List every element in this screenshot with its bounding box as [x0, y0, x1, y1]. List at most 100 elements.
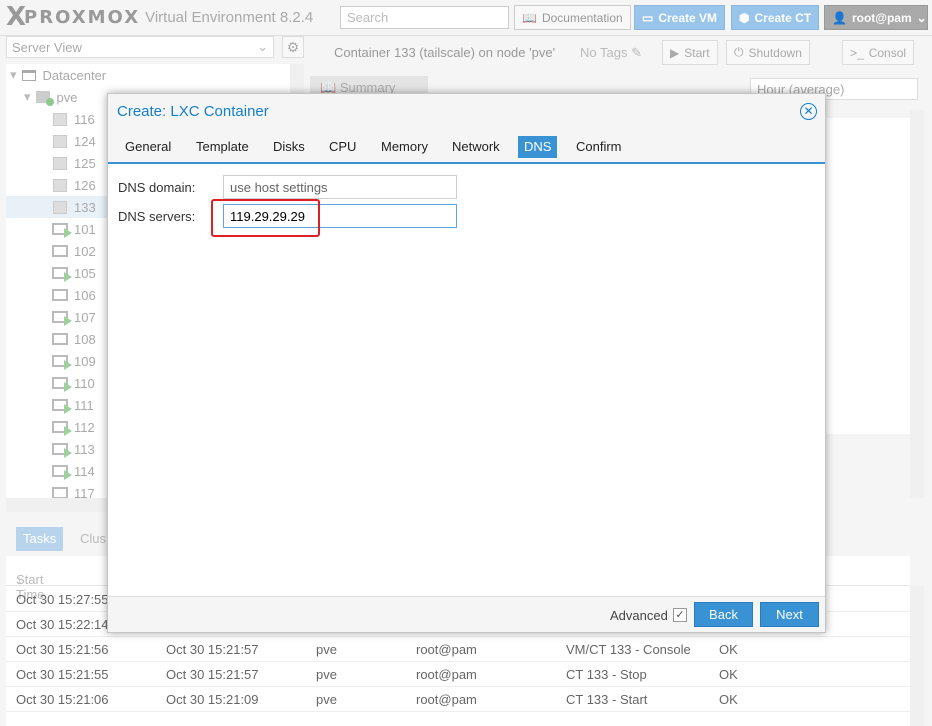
tree-label: 126	[74, 177, 96, 193]
table-row[interactable]: Oct 30 15:21:56 Oct 30 15:21:57 pve root@pa…	[6, 637, 910, 662]
vm-icon	[52, 332, 68, 346]
sort-down-icon: ↓	[16, 572, 23, 587]
top-bar: X PROXMOX Virtual Environment 8.2.4 Sear…	[0, 0, 932, 36]
tab-confirm[interactable]: Confirm	[570, 136, 628, 158]
close-icon[interactable]: ✕	[800, 103, 817, 120]
tab-cluster-log[interactable]: Clus	[80, 531, 106, 546]
task-cell-end: Oct 30 15:21:09	[166, 692, 259, 707]
vm-icon	[52, 310, 72, 326]
tab-dns[interactable]: DNS	[518, 136, 558, 158]
tab-template[interactable]: Template	[190, 136, 255, 158]
notes-panel	[824, 118, 910, 434]
logo-x-mark: X	[6, 2, 26, 32]
create-ct-button[interactable]: ⬢ Create CT	[731, 5, 820, 30]
tab-general[interactable]: General	[119, 136, 177, 158]
table-row[interactable]: Oct 30 15:21:06 Oct 30 15:21:09 pve root@pa…	[6, 687, 910, 712]
vm-icon	[52, 266, 72, 282]
table-row[interactable]: Oct 30 15:21:55 Oct 30 15:21:57 pve root@pa…	[6, 662, 910, 687]
tree-datacenter[interactable]: ▾ Datacenter	[6, 64, 304, 86]
wizard-tabs: General Template Disks CPU Memory Networ…	[108, 130, 825, 164]
advanced-label: Advanced	[610, 608, 668, 623]
documentation-button[interactable]: 📖 Documentation	[514, 5, 631, 30]
server-view-select[interactable]: Server View ⌄	[6, 36, 274, 58]
documentation-label: Documentation	[541, 10, 623, 25]
tree-label: pve	[56, 89, 78, 105]
tab-tasks[interactable]: Tasks	[16, 527, 64, 551]
shutdown-button[interactable]: ⏻ Shutdown	[726, 40, 810, 65]
no-tags-label: No Tags	[580, 45, 628, 60]
tree-label: 116	[74, 111, 95, 127]
gear-icon[interactable]: ⚙	[282, 36, 304, 58]
start-button[interactable]: ▶ Start	[662, 40, 718, 65]
chevron-down-icon: ⌄	[916, 10, 927, 25]
tab-disks[interactable]: Disks	[267, 136, 311, 158]
power-icon: ⏻	[734, 45, 744, 59]
tree-label: 113	[74, 441, 95, 457]
vm-icon	[52, 354, 72, 370]
task-cell-user: root@pam	[416, 667, 477, 682]
content-scrollbar[interactable]	[910, 110, 924, 498]
vm-icon	[52, 442, 72, 458]
tree-label: 102	[74, 243, 96, 259]
tasks-scrollbar[interactable]	[910, 586, 924, 726]
search-input[interactable]: Search	[340, 6, 509, 29]
start-label: Start	[684, 45, 710, 60]
user-label: root@pam	[851, 10, 912, 25]
back-button[interactable]: Back	[694, 602, 753, 627]
console-button[interactable]: >_ Consol	[842, 40, 915, 65]
task-cell-node: pve	[316, 667, 337, 682]
tab-cpu[interactable]: CPU	[323, 136, 362, 158]
tree-label: 110	[74, 375, 95, 391]
dns-domain-field[interactable]: use host settings	[223, 175, 457, 199]
tree-label: 109	[74, 353, 96, 369]
cube-icon: ⬢	[739, 10, 750, 25]
dialog-header: Create: LXC Container ✕	[108, 94, 825, 130]
task-cell-start: Oct 30 15:21:56	[16, 642, 109, 657]
task-cell-user: root@pam	[416, 642, 477, 657]
container-icon	[52, 156, 68, 170]
collapse-icon[interactable]: ▾	[10, 67, 17, 83]
tags-field[interactable]: No Tags ✎	[580, 45, 642, 61]
container-icon	[52, 178, 68, 192]
task-cell-start: Oct 30 15:27:55	[16, 592, 109, 607]
create-lxc-dialog: Create: LXC Container ✕ General Template…	[107, 93, 826, 633]
task-cell-start: Oct 30 15:21:55	[16, 667, 109, 682]
console-label: Consol	[868, 45, 907, 60]
vm-icon	[52, 464, 72, 480]
user-menu-button[interactable]: 👤 root@pam ⌄	[824, 5, 928, 30]
vm-icon	[52, 222, 72, 238]
vm-icon	[52, 244, 68, 258]
terminal-icon: >_	[850, 45, 864, 60]
server-view-label: Server View	[12, 40, 82, 55]
tab-memory[interactable]: Memory	[375, 136, 434, 158]
vm-icon	[52, 398, 72, 414]
task-cell-node: pve	[316, 692, 337, 707]
tree-label: 101	[74, 221, 96, 237]
create-ct-label: Create CT	[754, 10, 812, 25]
tree-label: 111	[74, 397, 94, 413]
tree-label: 107	[74, 309, 96, 325]
content-toolbar: Container 133 (tailscale) on node 'pve' …	[310, 36, 932, 70]
dialog-footer: Advanced ✓ Back Next	[108, 596, 825, 632]
shutdown-label: Shutdown	[748, 45, 802, 60]
task-cell-desc: VM/CT 133 - Console	[566, 642, 691, 657]
vm-icon	[52, 376, 72, 392]
create-vm-label: Create VM	[658, 10, 718, 25]
tab-network[interactable]: Network	[446, 136, 506, 158]
task-cell-start: Oct 30 15:21:06	[16, 692, 109, 707]
tree-label: 105	[74, 265, 96, 281]
advanced-checkbox[interactable]: ✓	[673, 608, 687, 622]
book-icon: 📖	[522, 10, 537, 25]
create-vm-button[interactable]: ▭ Create VM	[634, 5, 726, 30]
monitor-icon: ▭	[642, 10, 654, 25]
collapse-icon[interactable]: ▾	[24, 89, 31, 105]
tree-label: 133	[74, 199, 96, 215]
proxmox-logo: X PROXMOX Virtual Environment 8.2.4	[6, 2, 313, 32]
vm-icon	[52, 486, 68, 498]
vm-icon	[52, 420, 72, 436]
container-icon	[52, 112, 68, 126]
chevron-down-icon: ⌄	[257, 39, 268, 54]
dns-domain-label: DNS domain:	[118, 180, 196, 195]
pencil-icon[interactable]: ✎	[631, 45, 642, 60]
next-button[interactable]: Next	[760, 602, 819, 627]
